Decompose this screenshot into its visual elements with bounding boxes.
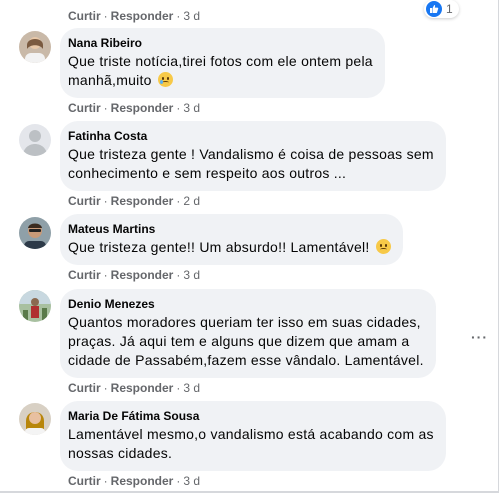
- reaction-count[interactable]: 1: [424, 0, 459, 18]
- like-button[interactable]: Curtir: [68, 101, 101, 115]
- comment-bubble: Denio Menezes Quantos moradores queriam …: [60, 289, 436, 378]
- avatar[interactable]: [19, 217, 51, 249]
- reply-button[interactable]: Responder: [111, 474, 174, 488]
- timestamp[interactable]: 3 d: [183, 381, 200, 395]
- comment-bubble: Mateus Martins Que tristeza gente!! Um a…: [60, 214, 403, 265]
- timestamp[interactable]: 3 d: [183, 268, 200, 282]
- reaction-count-label: 1: [446, 2, 453, 16]
- comment-author[interactable]: Fatinha Costa: [68, 128, 434, 144]
- like-button[interactable]: Curtir: [68, 474, 101, 488]
- reply-button[interactable]: Responder: [111, 194, 174, 208]
- like-button[interactable]: Curtir: [68, 381, 101, 395]
- timestamp[interactable]: 2 d: [183, 194, 200, 208]
- comment-actions: Curtir · Responder · 2 d: [68, 194, 201, 208]
- timestamp[interactable]: 3 d: [183, 474, 200, 488]
- previous-comment-actions: Curtir · Responder · 3 d: [68, 9, 201, 23]
- timestamp[interactable]: 3 d: [183, 101, 200, 115]
- comment-bubble: Nana Ribeiro Que triste notícia,tirei fo…: [60, 28, 385, 98]
- reply-button[interactable]: Responder: [111, 9, 174, 23]
- comment-text: Quantos moradores queriam ter isso em su…: [68, 314, 424, 368]
- avatar[interactable]: [19, 31, 51, 63]
- thumbs-up-icon: [426, 1, 442, 17]
- comment-text: Que tristeza gente ! Vandalismo é coisa …: [68, 146, 434, 181]
- avatar[interactable]: [19, 290, 51, 322]
- comment-text: Lamentável mesmo,o vandalismo está acaba…: [68, 426, 434, 461]
- comment-author[interactable]: Maria De Fátima Sousa: [68, 408, 434, 424]
- comment-author[interactable]: Denio Menezes: [68, 296, 424, 312]
- comment-actions: Curtir · Responder · 3 d: [68, 474, 201, 488]
- sad-tear-emoji-icon: [157, 72, 173, 87]
- like-button[interactable]: Curtir: [68, 9, 101, 23]
- comment-text: Que tristeza gente!! Um absurdo!! Lament…: [68, 238, 391, 257]
- comment-bubble: Fatinha Costa Que tristeza gente ! Vanda…: [60, 121, 446, 191]
- like-button[interactable]: Curtir: [68, 268, 101, 282]
- comment-actions: Curtir · Responder · 3 d: [68, 381, 201, 395]
- comment-actions: Curtir · Responder · 3 d: [68, 101, 201, 115]
- comment-bubble: Maria De Fátima Sousa Lamentável mesmo,o…: [60, 401, 446, 471]
- reply-button[interactable]: Responder: [111, 101, 174, 115]
- comment-actions: Curtir · Responder · 3 d: [68, 268, 201, 282]
- reply-button[interactable]: Responder: [111, 268, 174, 282]
- avatar[interactable]: [19, 124, 51, 156]
- like-button[interactable]: Curtir: [68, 194, 101, 208]
- comment-author[interactable]: Mateus Martins: [68, 221, 391, 237]
- avatar[interactable]: [19, 403, 51, 435]
- reply-button[interactable]: Responder: [111, 381, 174, 395]
- timestamp[interactable]: 3 d: [183, 9, 200, 23]
- frown-emoji-icon: [375, 239, 391, 254]
- comment-text: Que triste notícia,tirei fotos com ele o…: [68, 53, 373, 88]
- more-options-icon[interactable]: ···: [471, 329, 488, 345]
- comment-author[interactable]: Nana Ribeiro: [68, 35, 373, 51]
